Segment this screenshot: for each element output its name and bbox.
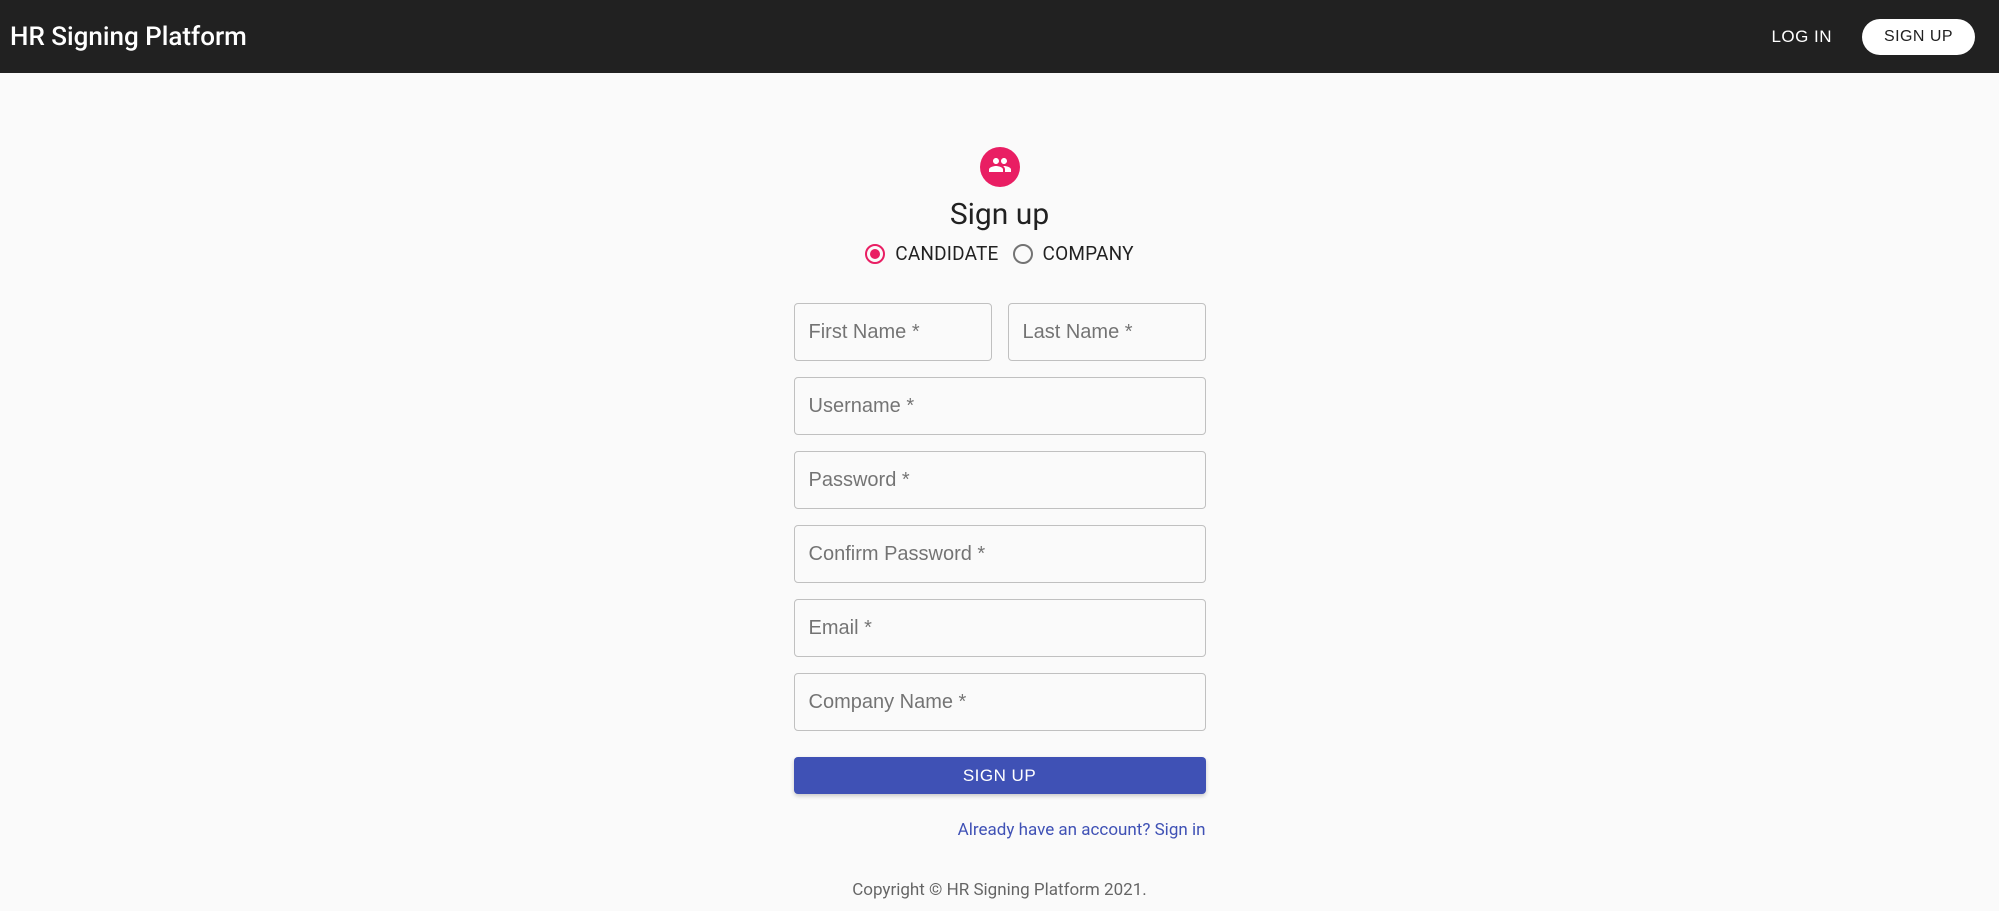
page-heading: Sign up <box>950 197 1049 232</box>
email-field[interactable] <box>794 599 1206 657</box>
company-name-field-wrapper <box>794 673 1206 731</box>
password-field-wrapper <box>794 451 1206 509</box>
first-name-field[interactable] <box>794 303 992 361</box>
signup-nav-button[interactable]: SIGN UP <box>1862 19 1975 55</box>
links-row: Already have an account? Sign in <box>794 820 1206 840</box>
radio-candidate[interactable]: CANDIDATE <box>865 242 998 265</box>
signup-submit-button[interactable]: SIGN UP <box>794 757 1206 794</box>
signup-form: SIGN UP Already have an account? Sign in <box>794 303 1206 840</box>
last-name-field[interactable] <box>1008 303 1206 361</box>
email-field-wrapper <box>794 599 1206 657</box>
signin-link[interactable]: Already have an account? Sign in <box>958 820 1206 840</box>
group-icon <box>988 153 1012 181</box>
avatar-circle <box>980 147 1020 187</box>
confirm-password-field[interactable] <box>794 525 1206 583</box>
signup-container: Sign up CANDIDATE COMPANY <box>0 73 1999 900</box>
footer-copyright: Copyright © HR Signing Platform 2021. <box>852 880 1147 900</box>
first-name-field-wrapper <box>794 303 992 361</box>
last-name-field-wrapper <box>1008 303 1206 361</box>
username-field-wrapper <box>794 377 1206 435</box>
login-button[interactable]: LOG IN <box>1757 19 1846 55</box>
password-field[interactable] <box>794 451 1206 509</box>
app-header: HR Signing Platform LOG IN SIGN UP <box>0 0 1999 73</box>
role-radio-group: CANDIDATE COMPANY <box>865 242 1133 265</box>
company-name-field[interactable] <box>794 673 1206 731</box>
confirm-password-field-wrapper <box>794 525 1206 583</box>
app-title: HR Signing Platform <box>10 22 1757 52</box>
radio-company[interactable]: COMPANY <box>1013 242 1134 265</box>
radio-icon-unchecked <box>1013 244 1033 264</box>
radio-company-label: COMPANY <box>1043 242 1134 265</box>
username-field[interactable] <box>794 377 1206 435</box>
radio-icon-checked <box>865 244 885 264</box>
radio-candidate-label: CANDIDATE <box>895 242 998 265</box>
